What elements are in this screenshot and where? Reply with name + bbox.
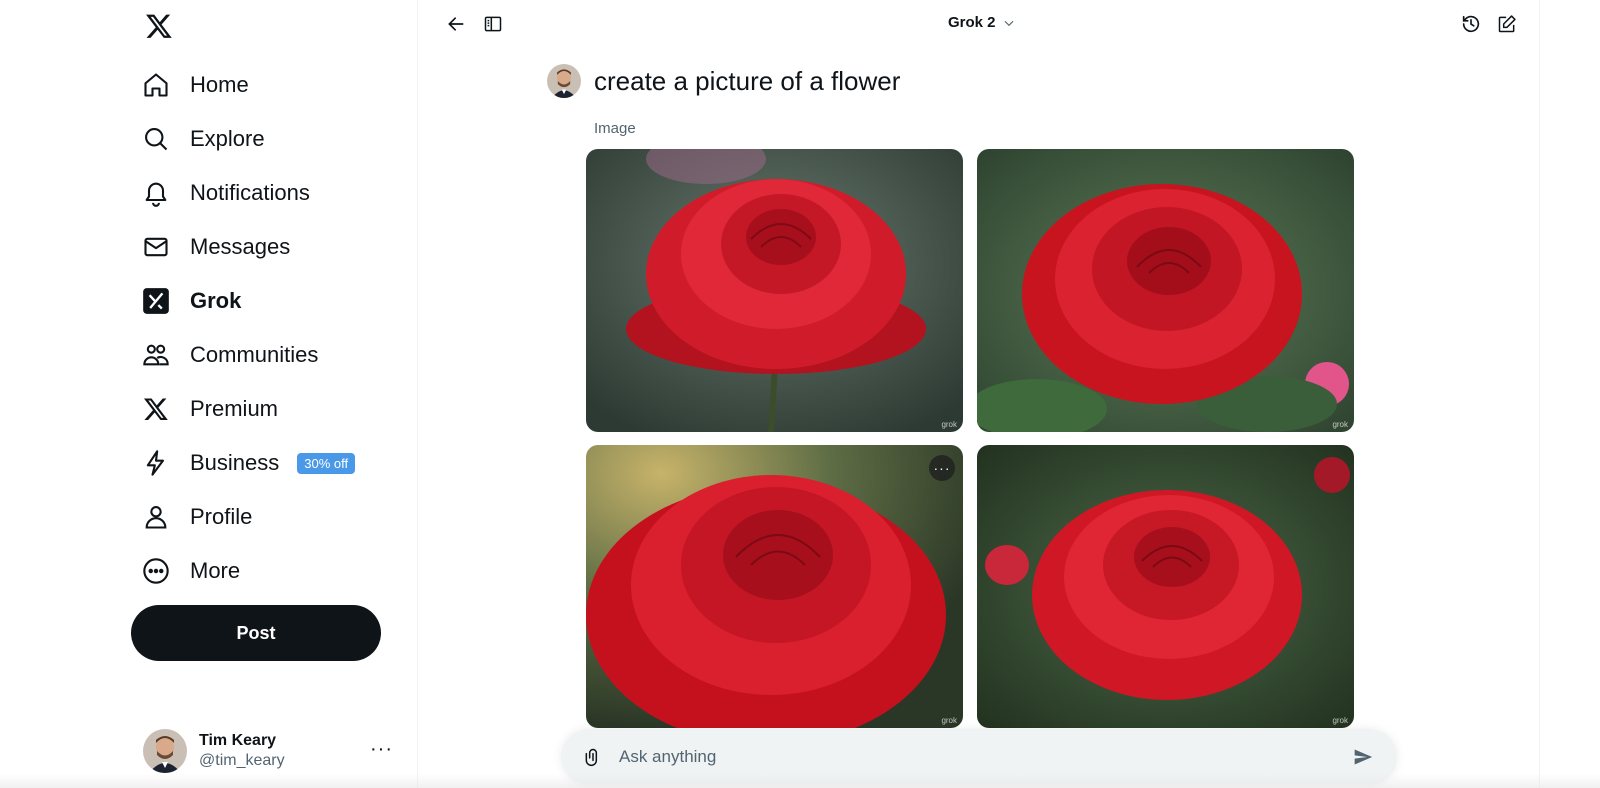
paperclip-icon[interactable] bbox=[581, 745, 605, 769]
sidebar-item-label: Notifications bbox=[190, 180, 310, 205]
lightning-icon bbox=[140, 447, 172, 479]
image-options-button[interactable]: ··· bbox=[929, 455, 955, 481]
sidebar-item-label: Profile bbox=[190, 504, 253, 529]
watermark: grok bbox=[941, 716, 957, 725]
sidebar-item-label: Grok bbox=[190, 288, 242, 313]
sidebar-item-more[interactable]: More bbox=[140, 544, 355, 598]
grok-icon bbox=[140, 285, 172, 317]
response-type-label: Image bbox=[594, 120, 636, 137]
account-name: Tim Keary bbox=[199, 732, 277, 749]
sidebar-item-label: Home bbox=[190, 72, 249, 97]
sidebar-item-messages[interactable]: Messages bbox=[140, 220, 355, 274]
primary-nav: Home Explore Notifications Messages Grok bbox=[140, 58, 356, 598]
sidebar-item-grok[interactable]: Grok bbox=[140, 274, 355, 328]
more-circle-icon bbox=[140, 555, 172, 587]
sidebar-toggle-icon[interactable] bbox=[481, 12, 505, 36]
x-logo-icon bbox=[140, 393, 172, 425]
account-handle: @tim_keary bbox=[199, 752, 285, 769]
generated-image-3[interactable]: ··· grok bbox=[586, 445, 963, 728]
sidebar-item-communities[interactable]: Communities bbox=[140, 328, 355, 382]
generated-image-4[interactable]: grok bbox=[977, 445, 1354, 728]
communities-icon bbox=[140, 339, 172, 371]
more-icon[interactable]: ··· bbox=[370, 738, 393, 761]
avatar bbox=[547, 64, 581, 98]
person-icon bbox=[140, 501, 172, 533]
sidebar-item-profile[interactable]: Profile bbox=[140, 490, 355, 544]
home-icon bbox=[140, 69, 172, 101]
user-message: create a picture of a flower bbox=[547, 64, 900, 98]
avatar bbox=[143, 729, 187, 773]
sidebar: Home Explore Notifications Messages Grok bbox=[0, 0, 418, 788]
model-selector[interactable]: Grok 2 bbox=[948, 14, 1016, 31]
top-bar: Grok 2 bbox=[418, 0, 1539, 48]
composer bbox=[561, 729, 1397, 785]
sidebar-item-label: Premium bbox=[190, 396, 279, 421]
prompt-text: create a picture of a flower bbox=[594, 65, 901, 96]
generated-image-1[interactable]: grok bbox=[586, 149, 963, 432]
chevron-down-icon bbox=[1004, 20, 1014, 26]
sidebar-item-home[interactable]: Home bbox=[140, 58, 355, 112]
sidebar-item-label: Explore bbox=[190, 126, 265, 151]
watermark: grok bbox=[1332, 716, 1348, 725]
sidebar-item-premium[interactable]: Premium bbox=[140, 382, 355, 436]
sidebar-item-label: Messages bbox=[190, 234, 291, 259]
post-button[interactable]: Post bbox=[131, 605, 381, 661]
watermark: grok bbox=[1332, 420, 1348, 429]
watermark: grok bbox=[941, 420, 957, 429]
search-icon bbox=[140, 123, 172, 155]
sidebar-item-label: Communities bbox=[190, 342, 319, 367]
bell-icon bbox=[140, 177, 172, 209]
generated-image-2[interactable]: grok bbox=[977, 149, 1354, 432]
history-icon[interactable] bbox=[1459, 12, 1483, 36]
model-name: Grok 2 bbox=[948, 14, 996, 31]
account-switcher[interactable]: Tim Keary @tim_keary ··· bbox=[143, 728, 393, 774]
discount-badge: 30% off bbox=[297, 452, 356, 474]
sidebar-item-explore[interactable]: Explore bbox=[140, 112, 355, 166]
back-arrow-icon[interactable] bbox=[444, 12, 468, 36]
sidebar-item-notifications[interactable]: Notifications bbox=[140, 166, 355, 220]
send-icon[interactable] bbox=[1351, 745, 1375, 769]
mail-icon bbox=[140, 231, 172, 263]
x-logo-icon[interactable] bbox=[143, 10, 175, 42]
new-chat-icon[interactable] bbox=[1495, 12, 1519, 36]
ask-input[interactable] bbox=[619, 747, 1351, 767]
sidebar-item-business[interactable]: Business 30% off bbox=[140, 436, 356, 490]
sidebar-item-label: More bbox=[190, 558, 241, 583]
grok-panel: Grok 2 create a picture of a flower Imag… bbox=[418, 0, 1540, 788]
sidebar-item-label: Business bbox=[190, 450, 280, 475]
